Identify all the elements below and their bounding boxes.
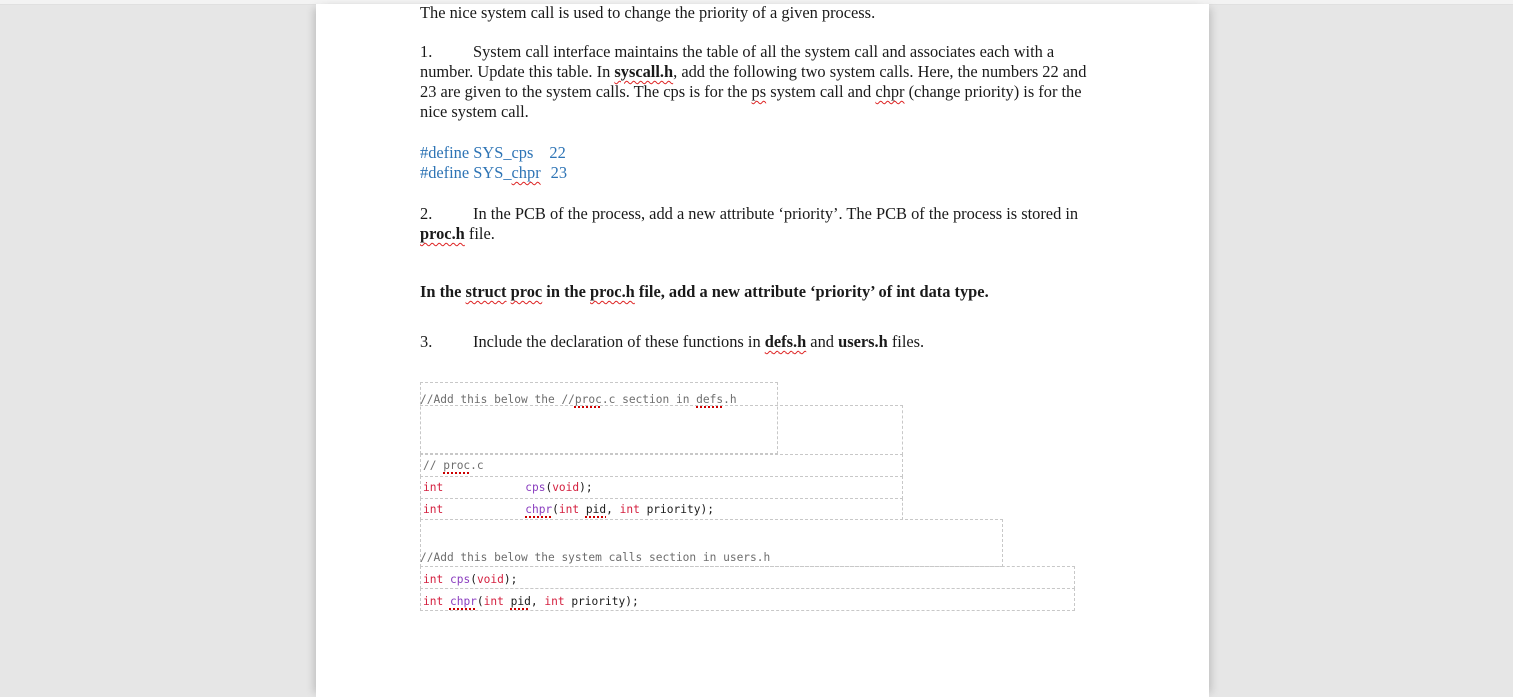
defs-h-filename: defs.h xyxy=(764,332,807,351)
code-comment-defs: //Add this below the //proc.c section in… xyxy=(420,393,737,407)
arg-pid: pid xyxy=(585,503,607,516)
code-cell-section xyxy=(420,454,903,477)
keyword-void: void xyxy=(476,573,504,586)
proc-h-word: proc.h xyxy=(590,282,635,301)
define-name: cps xyxy=(511,143,534,162)
code-comment-users: //Add this below the system calls sectio… xyxy=(420,551,771,564)
paren: ( xyxy=(552,503,559,516)
paren: ); xyxy=(700,503,714,516)
code-cell-defs-blank xyxy=(420,405,903,455)
code-section-proc-c: // proc.c xyxy=(423,459,484,473)
code-cell-users-line1 xyxy=(420,566,1075,589)
step-2-paragraph: 2. In the PCB of the process, add a new a… xyxy=(420,204,1100,244)
arg-pid: pid xyxy=(510,595,531,608)
code-line-chpr-defs: int chpr(int pid, int priority); xyxy=(423,503,714,517)
code-line-cps-defs: int cps(void); xyxy=(423,481,593,495)
code-line-cps-users: int cps(void); xyxy=(423,573,517,587)
step-3-text-c: files. xyxy=(887,332,925,351)
comment-proc: proc xyxy=(574,393,602,406)
comment-text: .c section in xyxy=(601,393,697,406)
step-3-number: 3. xyxy=(420,332,433,351)
separator: , xyxy=(530,595,545,608)
proc-word: proc xyxy=(510,282,543,301)
bold-note-paragraph: In the struct proc in the proc.h file, a… xyxy=(420,282,1100,302)
paren: ( xyxy=(476,595,484,608)
keyword-void: void xyxy=(552,481,580,494)
intro-text: The nice system call is used to change t… xyxy=(420,3,876,22)
define-name-prefix: SYS_ xyxy=(473,143,512,162)
keyword-int: int xyxy=(544,595,565,608)
comment-text: //Add this below the // xyxy=(420,393,575,406)
step-2-number: 2. xyxy=(420,204,433,223)
define-directive: #define xyxy=(420,143,470,162)
intro-paragraph: The nice system call is used to change t… xyxy=(420,3,1100,23)
section-text: .c xyxy=(470,459,484,472)
paren: ( xyxy=(470,573,477,586)
keyword-int: int xyxy=(619,503,640,516)
bold-note-text-b: in the xyxy=(542,282,591,301)
step-3-text-a: Include the declaration of these functio… xyxy=(473,332,765,351)
comment-defs: defs xyxy=(696,393,724,406)
function-name: cps xyxy=(525,481,546,494)
step-3-paragraph: 3. Include the declaration of these funct… xyxy=(420,332,1100,352)
step-1-number: 1. xyxy=(420,42,433,61)
function-name: cps xyxy=(449,573,471,586)
function-name: chpr xyxy=(449,595,477,608)
paren: ); xyxy=(625,595,639,608)
define-value: 22 xyxy=(549,143,566,162)
step-3-text-b: and xyxy=(806,332,839,351)
proc-h-filename: proc.h xyxy=(420,224,465,243)
arg-priority: priority xyxy=(646,503,701,516)
paren: ); xyxy=(503,573,518,586)
struct-word: struct xyxy=(465,282,507,301)
define-value: 23 xyxy=(550,163,568,182)
paren: ); xyxy=(579,481,593,494)
define-line-chpr: #define SYS_chpr 23 xyxy=(420,163,1100,183)
keyword-int: int xyxy=(423,595,444,608)
define-name: chpr xyxy=(511,163,541,182)
arg-priority: priority xyxy=(571,595,626,608)
keyword-int: int xyxy=(558,503,580,516)
keyword-int: int xyxy=(423,481,444,494)
document-page: The nice system call is used to change t… xyxy=(316,3,1209,697)
keyword-int: int xyxy=(483,595,504,608)
define-name-prefix: SYS_ xyxy=(473,163,512,182)
bold-note-text-a: In the xyxy=(420,282,466,301)
users-h-filename: users.h xyxy=(838,332,888,351)
define-directive: #define xyxy=(420,163,470,182)
comment-text: .h xyxy=(723,393,737,406)
chpr-word: chpr xyxy=(875,82,905,101)
separator: , xyxy=(606,503,620,516)
function-name: chpr xyxy=(525,503,553,516)
bold-note-text-c: file, add a new attribute ‘priority’ of … xyxy=(634,282,989,301)
step-2-text-a: In the PCB of the process, add a new att… xyxy=(473,204,1079,223)
section-text: // xyxy=(423,459,444,472)
keyword-int: int xyxy=(423,573,444,586)
code-line-chpr-users: int chpr(int pid, int priority); xyxy=(423,595,639,609)
syscall-h-filename: syscall.h xyxy=(614,62,674,81)
step-2-text-b: file. xyxy=(464,224,495,243)
step-1-paragraph: 1. System call interface maintains the ta… xyxy=(420,42,1100,122)
step-1-text-c: system call and xyxy=(766,82,876,101)
ps-word: ps xyxy=(751,82,767,101)
section-proc: proc xyxy=(443,459,471,472)
keyword-int: int xyxy=(423,503,444,516)
define-line-cps: #define SYS_cps 22 xyxy=(420,143,1100,163)
